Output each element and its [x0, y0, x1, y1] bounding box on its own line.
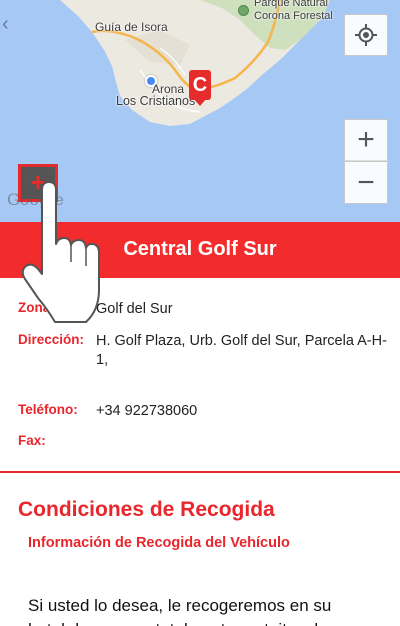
- zoom-out-button[interactable]: −: [344, 161, 388, 204]
- fax-label: Fax:: [18, 433, 46, 448]
- zoom-in-button[interactable]: +: [344, 119, 388, 161]
- telefono-row[interactable]: Teléfono: +34 922738060: [18, 402, 197, 419]
- my-location-dot: [145, 75, 157, 87]
- direccion-label: Dirección:: [18, 332, 85, 347]
- marker-tail: [193, 98, 207, 106]
- fax-row: Fax:: [18, 433, 46, 449]
- direccion-value: H. Golf Plaza, Urb. Golf del Sur, Parcel…: [96, 333, 387, 368]
- back-chevron-icon[interactable]: ‹: [2, 14, 9, 34]
- telefono-label: Teléfono:: [18, 402, 78, 417]
- map-label-guia: Guía de Isora: [95, 20, 168, 34]
- my-location-button[interactable]: [344, 14, 388, 56]
- crosshair-icon: [355, 24, 377, 46]
- telefono-value[interactable]: +34 922738060: [96, 402, 396, 421]
- tap-hand-icon: [22, 182, 100, 323]
- section-divider: [0, 471, 400, 473]
- map-label-cristianos: Los Cristianos: [116, 94, 196, 108]
- marker-letter: C: [189, 70, 211, 100]
- zona-value: Golf del Sur: [96, 301, 173, 317]
- conditions-title: Condiciones de Recogida: [18, 498, 275, 521]
- park-icon: [238, 5, 249, 16]
- conditions-text: Si usted lo desea, le recogeremos en su …: [28, 596, 332, 626]
- map-label-parque: Parque Natural: [254, 0, 328, 9]
- conditions-subtitle: Información de Recogida del Vehículo: [28, 535, 290, 551]
- office-marker-icon[interactable]: C: [189, 70, 211, 106]
- direccion-row: Dirección: H. Golf Plaza, Urb. Golf del …: [18, 332, 387, 368]
- map-label-corona: Corona Forestal: [254, 10, 333, 22]
